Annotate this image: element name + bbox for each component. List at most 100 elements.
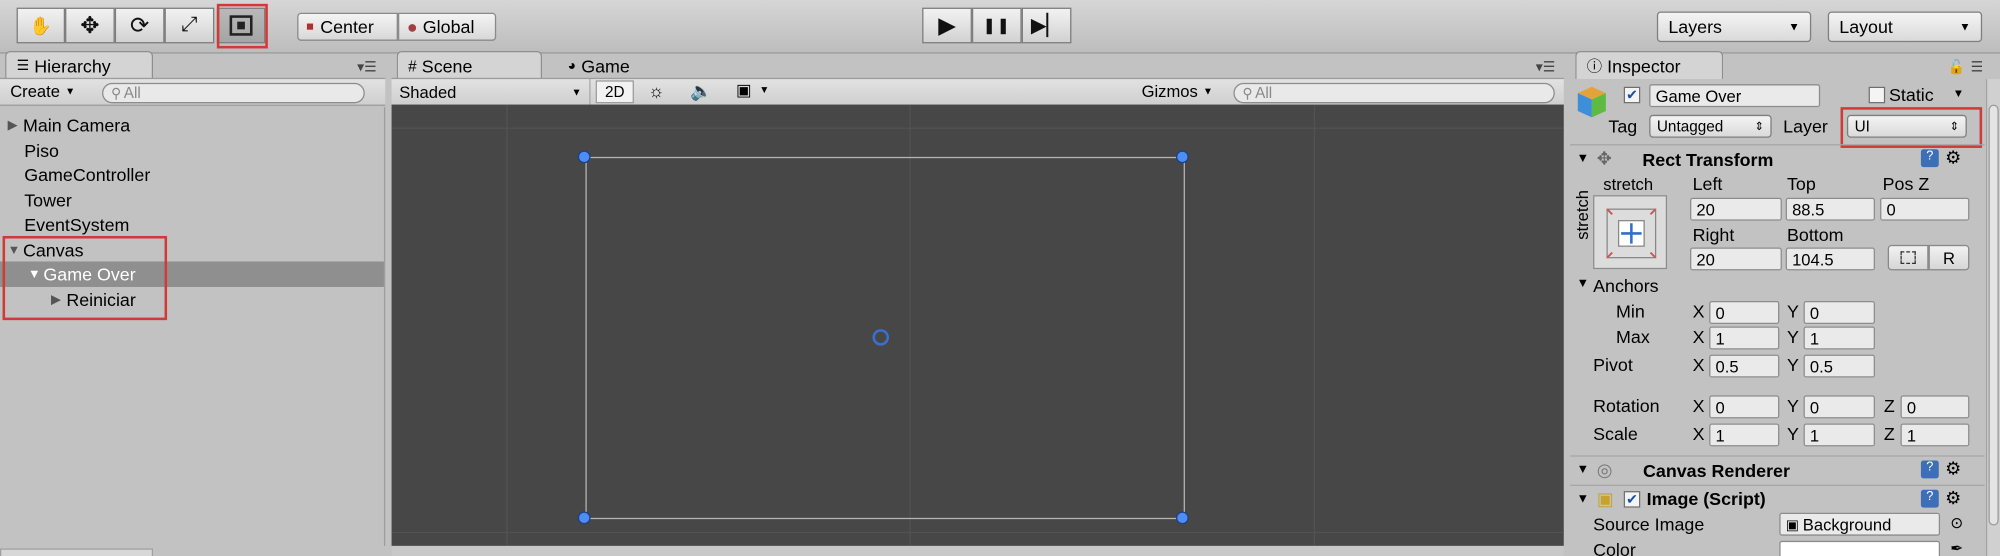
pivot-toggle[interactable]: ■ Center [297,12,398,41]
x-axis-label: X [1692,301,1705,322]
scrollbar-thumb[interactable] [1988,104,1999,526]
hierarchy-item-label: GameController [24,164,151,185]
collapse-arrow-icon[interactable]: ▼ [1577,152,1590,166]
tab-game[interactable]: ◕ Game [556,51,658,79]
space-toggle[interactable]: ● Global [397,12,497,41]
sun-icon[interactable]: ☼ [648,80,664,100]
pause-button[interactable]: ❚❚ [971,7,1022,44]
help-book-icon[interactable]: ? [1920,489,1939,508]
layers-dropdown[interactable]: Layers ▼ [1656,11,1812,43]
image-effects-toggle[interactable]: ▣ ▼ [736,80,769,100]
corner-handle-top-left[interactable] [577,150,591,164]
hierarchy-item-tower[interactable]: Tower [0,187,384,213]
lock-icon[interactable]: 🔓 [1948,59,1965,75]
hierarchy-item-reiniciar[interactable]: ▶ Reiniciar [0,287,384,313]
anchor-max-y-field[interactable]: 1 [1803,326,1875,350]
active-checkbox[interactable]: ✔ [1623,86,1641,104]
scale-tool-button[interactable]: ⤢ [164,7,215,44]
collapse-arrow-icon[interactable]: ▼ [1577,463,1590,477]
hierarchy-item-label: Piso [24,140,59,161]
collapse-arrow-icon[interactable]: ▼ [1577,277,1590,291]
move-tool-button[interactable]: ✥ [65,7,115,44]
static-checkbox[interactable] [1868,86,1886,104]
gear-icon[interactable]: ⚙ [1945,458,1961,480]
eyedropper-icon[interactable]: ✒ [1950,540,1963,556]
left-field[interactable]: 20 [1690,197,1782,221]
chevron-down-icon[interactable]: ▼ [1953,87,1964,100]
pivot-y-field[interactable]: 0.5 [1803,354,1875,378]
rect-tool-button[interactable] [216,7,266,44]
top-field[interactable]: 88.5 [1785,197,1875,221]
left-label: Left [1692,173,1723,194]
tab-inspector[interactable]: ⓘ Inspector [1575,51,1724,80]
corner-handle-bottom-right[interactable] [1176,511,1189,525]
image-script-header[interactable]: ▼ ▣ ✔ Image (Script) ? ⚙ [1570,484,1985,513]
panel-menu-icon[interactable]: ▾☰ [1536,59,1556,75]
speaker-icon[interactable]: 🔈 [690,80,712,102]
hierarchy-item-canvas[interactable]: ▼ Canvas [0,237,384,263]
anchor-min-y-field[interactable]: 0 [1803,301,1875,324]
hierarchy-item-eventsystem[interactable]: EventSystem [0,212,384,238]
inspector-scrollbar[interactable] [1985,79,2000,556]
hierarchy-item-piso[interactable]: Piso [0,138,384,164]
gizmos-dropdown[interactable]: Gizmos ▼ [1142,82,1213,101]
rotation-z-field[interactable]: 0 [1900,395,1970,419]
gear-icon[interactable]: ⚙ [1945,147,1961,169]
corner-handle-top-right[interactable] [1176,150,1189,164]
hierarchy-search-input[interactable]: ⚲ All [102,82,365,104]
expand-arrow-icon[interactable]: ▼ [8,243,23,257]
source-image-field[interactable]: ▣ Background [1779,512,1941,536]
expand-arrow-icon[interactable]: ▶ [8,118,23,132]
scene-view[interactable] [391,104,1564,546]
rotation-x-field[interactable]: 0 [1709,395,1780,419]
color-swatch[interactable] [1779,540,1941,556]
gear-icon[interactable]: ⚙ [1945,487,1961,509]
help-book-icon[interactable]: ? [1920,149,1939,168]
panel-menu-icon[interactable]: ▾☰ [357,59,377,75]
canvas-renderer-header[interactable]: ▼ ◎ Canvas Renderer ? ⚙ [1570,455,1985,483]
posz-field[interactable]: 0 [1880,197,1970,221]
right-field[interactable]: 20 [1690,247,1782,271]
hierarchy-item-game-over[interactable]: ▼ Game Over [0,261,384,287]
object-name-field[interactable]: Game Over [1649,84,1821,108]
anchor-presets-button[interactable] [1593,195,1668,270]
image-icon: ▣ [735,80,752,100]
step-button[interactable]: ▶▏ [1021,7,1072,44]
anchor-min-x-field[interactable]: 0 [1709,301,1780,324]
expand-arrow-icon[interactable]: ▶ [51,293,66,307]
expand-arrow-icon[interactable]: ▼ [28,267,43,281]
scale-y-field[interactable]: 1 [1803,423,1875,447]
panel-menu-icon[interactable]: ☰ [1971,59,1984,75]
layer-dropdown[interactable]: UI ⇕ [1846,114,1967,138]
tab-hierarchy[interactable]: ☰ Hierarchy [5,51,154,80]
image-enabled-checkbox[interactable]: ✔ [1623,491,1641,508]
scene-scrollbar[interactable] [391,545,1564,556]
create-menu[interactable]: Create ▼ [10,82,75,101]
blueprint-mode-button[interactable] [1887,244,1929,271]
rotate-tool-button[interactable]: ⟳ [114,7,165,44]
rotation-y-field[interactable]: 0 [1803,395,1875,419]
help-book-icon[interactable]: ? [1920,460,1939,479]
layout-dropdown[interactable]: Layout ▼ [1827,11,1983,43]
collapse-arrow-icon[interactable]: ▼ [1577,492,1590,506]
tag-dropdown[interactable]: Untagged ⇕ [1649,114,1772,138]
object-picker-icon[interactable]: ⊙ [1950,514,1963,532]
corner-handle-bottom-left[interactable] [577,511,591,525]
scale-z-field[interactable]: 1 [1900,423,1970,447]
bottom-panel-tab[interactable] [0,548,154,556]
2d-mode-toggle[interactable]: 2D [595,80,634,104]
raw-edit-button[interactable]: R [1928,244,1970,271]
pivot-x-field[interactable]: 0.5 [1709,354,1780,378]
shading-dropdown[interactable]: Shaded ▼ [399,79,591,105]
rect-transform-header[interactable]: ▼ ✥ Rect Transform ? ⚙ [1570,144,1985,172]
scene-search-input[interactable]: ⚲ All [1233,82,1555,104]
bottom-field[interactable]: 104.5 [1785,247,1875,271]
play-button[interactable]: ▶ [922,7,972,44]
tab-scene[interactable]: # Scene [396,51,543,80]
hand-tool-button[interactable]: ✋ [16,7,66,44]
scale-x-field[interactable]: 1 [1709,423,1780,447]
hierarchy-item-main-camera[interactable]: ▶ Main Camera [0,112,384,138]
hierarchy-item-gamecontroller[interactable]: GameController [0,162,384,188]
pivot-handle[interactable] [872,329,890,346]
anchor-max-x-field[interactable]: 1 [1709,326,1780,350]
